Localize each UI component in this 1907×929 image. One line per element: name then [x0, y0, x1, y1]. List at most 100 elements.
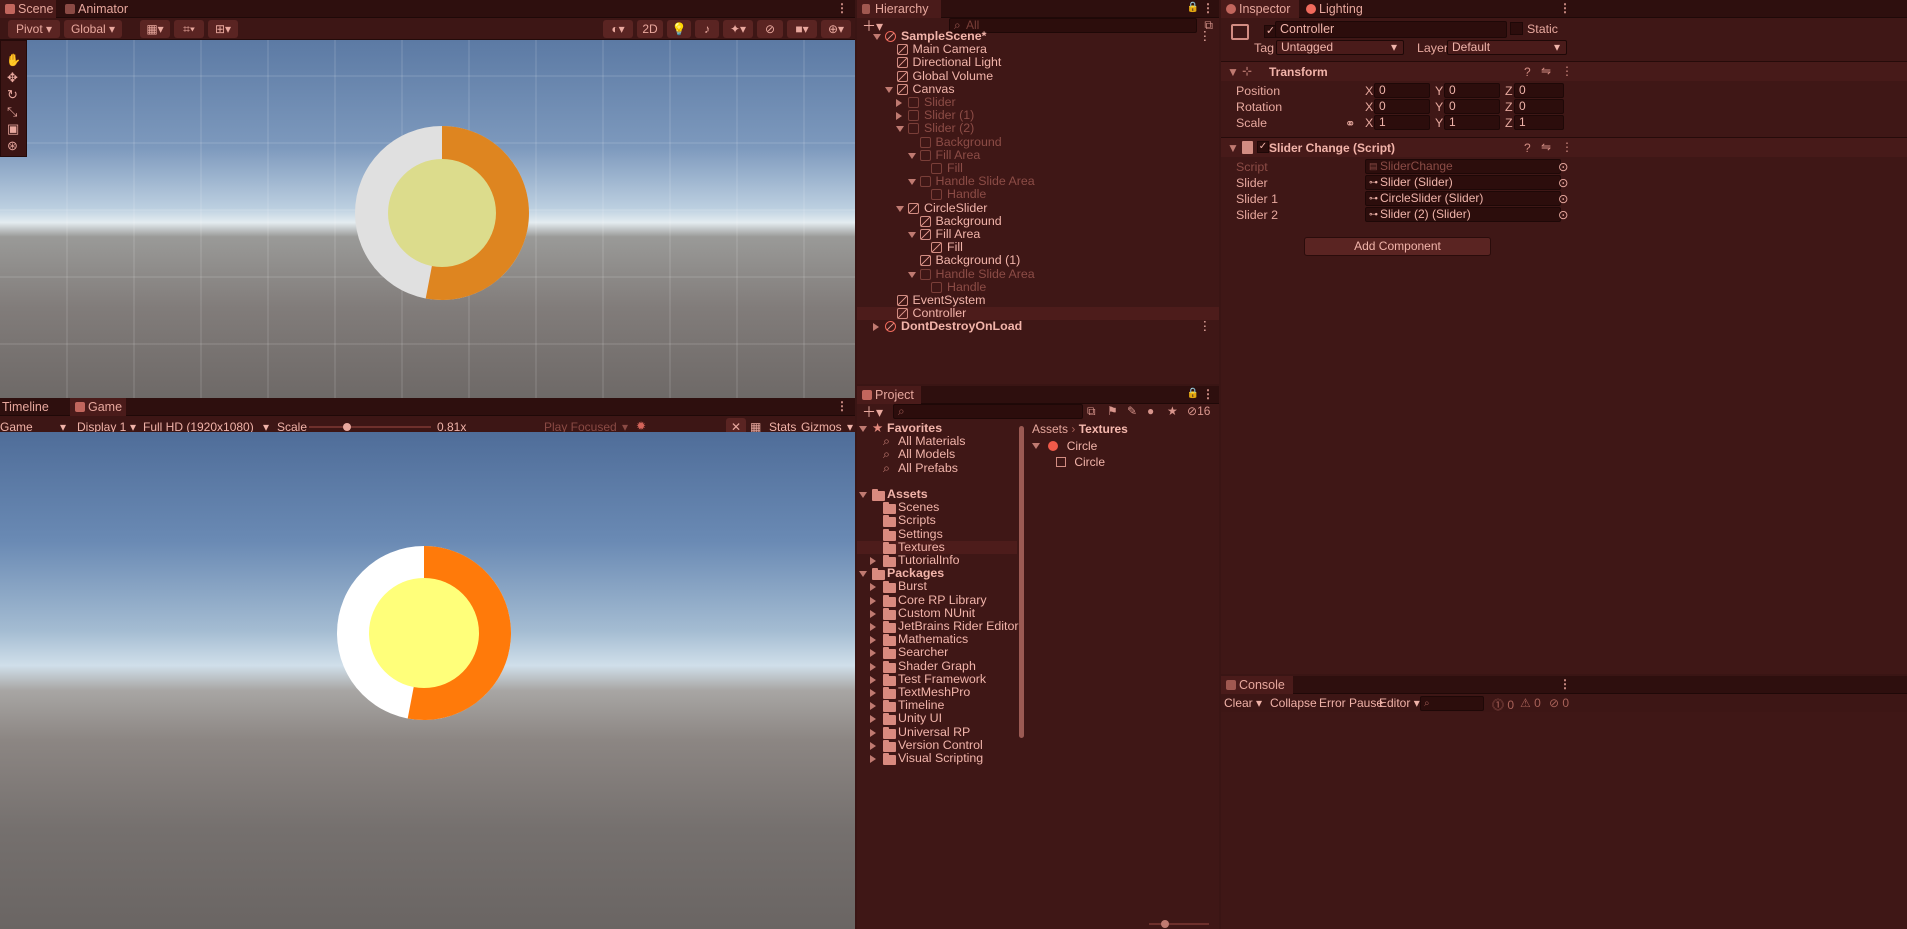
project-tree-scrollbar[interactable]: [1019, 426, 1024, 738]
object-picker-icon[interactable]: ⊙: [1558, 207, 1568, 222]
collapse-arrow-icon[interactable]: [859, 492, 867, 498]
scene-menu-icon[interactable]: ⋮: [1199, 320, 1211, 333]
asset-circle-texture[interactable]: Circle: [1032, 439, 1097, 453]
static-checkbox[interactable]: [1510, 22, 1523, 35]
package-folder[interactable]: Version Control: [857, 738, 1017, 752]
component-menu-icon[interactable]: ⋮: [1561, 140, 1573, 154]
collapse-arrow-icon[interactable]: [896, 126, 904, 133]
hierarchy-item[interactable]: SampleScene* ⋮: [857, 30, 1219, 43]
collapse-arrow-icon[interactable]: [873, 34, 881, 40]
collapse-arrow-icon[interactable]: [907, 152, 916, 159]
transform-z-field[interactable]: 0: [1514, 83, 1564, 98]
collapse-arrow-icon[interactable]: [907, 179, 916, 186]
hierarchy-item[interactable]: Fill: [857, 162, 1219, 175]
project-create-icon[interactable]: ＋▾: [862, 402, 883, 422]
grid-snap-button[interactable]: ▦▾: [140, 20, 170, 38]
error-count[interactable]: ⊘ 0: [1549, 696, 1569, 710]
asset-folder[interactable]: Settings: [857, 527, 1017, 541]
package-folder[interactable]: Shader Graph: [857, 659, 1017, 673]
hierarchy-item[interactable]: Handle Slide Area: [857, 267, 1219, 281]
package-folder[interactable]: JetBrains Rider Editor: [857, 620, 1019, 633]
favorite-item[interactable]: ⌕ All Prefabs: [857, 461, 1017, 475]
expand-arrow-icon[interactable]: [870, 675, 876, 684]
console-search-input[interactable]: ⌕: [1420, 696, 1484, 711]
hierarchy-item[interactable]: DontDestroyOnLoad ⋮: [857, 320, 1219, 333]
object-reference-field[interactable]: ⊶ CircleSlider (Slider): [1365, 191, 1561, 206]
error-filter-icon[interactable]: ●: [1147, 404, 1154, 418]
component-menu-icon[interactable]: ⋮: [1561, 64, 1573, 78]
assets-folder[interactable]: Assets: [857, 488, 1017, 501]
asset-folder[interactable]: Scripts: [857, 514, 1017, 528]
packages-folder[interactable]: Packages: [857, 567, 1017, 581]
hierarchy-item[interactable]: EventSystem: [857, 294, 1219, 307]
favorites-section[interactable]: ★ Favorites: [857, 422, 1017, 435]
collapse-arrow-icon[interactable]: [859, 571, 867, 578]
package-folder[interactable]: Visual Scripting: [857, 752, 1017, 765]
hierarchy-item[interactable]: Slider: [857, 96, 1219, 109]
package-folder[interactable]: TextMeshPro: [857, 686, 1017, 699]
game-circle-slider[interactable]: [334, 543, 514, 723]
expand-arrow-icon[interactable]: [870, 649, 876, 658]
favorite-item[interactable]: ⌕ All Models: [857, 448, 1017, 461]
inspector-menu-icon[interactable]: ⋮: [1559, 1, 1571, 15]
hierarchy-item[interactable]: Slider (1): [857, 109, 1219, 122]
transform-y-field[interactable]: 0: [1444, 83, 1500, 98]
hierarchy-item[interactable]: Fill: [857, 241, 1219, 254]
collapse-arrow-icon[interactable]: [907, 232, 916, 238]
favorite-item[interactable]: ⌕ All Materials: [857, 435, 1017, 448]
package-folder[interactable]: Timeline: [857, 699, 1017, 713]
hand-tool-icon[interactable]: ✋: [6, 53, 21, 67]
hierarchy-item[interactable]: Handle: [857, 188, 1219, 201]
hidden-packages-icon[interactable]: ⊘16: [1187, 404, 1210, 418]
object-reference-field[interactable]: ⊶ Slider (Slider): [1365, 175, 1561, 190]
lock-icon[interactable]: 🔒: [1187, 2, 1199, 13]
expand-arrow-icon[interactable]: [870, 662, 876, 671]
transform-y-field[interactable]: 0: [1444, 99, 1500, 114]
hierarchy-item[interactable]: Directional Light: [857, 56, 1219, 69]
expand-arrow-icon[interactable]: [870, 636, 876, 645]
hierarchy-menu-icon[interactable]: ⋮: [1202, 1, 1214, 15]
tab-scene[interactable]: Scene: [0, 0, 56, 18]
scale-tool-icon[interactable]: ⤡: [7, 104, 17, 120]
move-tool-icon[interactable]: ✥: [7, 70, 18, 86]
expand-arrow-icon[interactable]: [870, 557, 876, 565]
toggle-2d-button[interactable]: 2D: [637, 20, 663, 38]
game-panel-menu-icon[interactable]: ⋮: [836, 399, 848, 413]
transform-tool-icon[interactable]: ⊛: [7, 138, 18, 154]
project-search-input[interactable]: ⌕: [893, 404, 1083, 419]
collapse-arrow-icon[interactable]: [859, 426, 867, 432]
package-folder[interactable]: Mathematics: [857, 633, 1017, 647]
expand-arrow-icon[interactable]: [896, 99, 902, 107]
clear-button[interactable]: Clear ▾: [1224, 696, 1262, 710]
hierarchy-item[interactable]: Fill Area: [857, 148, 1219, 162]
expand-arrow-icon[interactable]: [870, 596, 876, 605]
effects-dropdown-icon[interactable]: ✦▾: [723, 20, 753, 38]
object-picker-icon[interactable]: ⊙: [1558, 159, 1568, 174]
package-folder[interactable]: Searcher: [857, 646, 1017, 660]
scene-circle-slider[interactable]: [352, 123, 532, 303]
favorite-star-icon[interactable]: ★: [1167, 404, 1178, 418]
expand-arrow-icon[interactable]: [870, 689, 876, 697]
expand-arrow-icon[interactable]: [870, 715, 876, 724]
scene-menu-icon[interactable]: ⋮: [1199, 30, 1211, 43]
expand-arrow-icon[interactable]: [873, 323, 879, 332]
collapse-arrow-icon[interactable]: [896, 205, 904, 212]
expand-arrow-icon[interactable]: [1032, 443, 1040, 449]
global-dropdown[interactable]: Global ▾: [64, 20, 122, 38]
object-picker-icon[interactable]: ⊙: [1558, 191, 1568, 206]
scale-slider-knob[interactable]: [343, 423, 352, 431]
transform-x-field[interactable]: 0: [1374, 83, 1430, 98]
expand-arrow-icon[interactable]: [870, 623, 876, 631]
pivot-dropdown[interactable]: Pivot ▾: [8, 20, 60, 38]
thumbnail-size-knob[interactable]: [1161, 920, 1169, 928]
editor-dropdown[interactable]: Editor ▾: [1379, 696, 1420, 710]
shading-mode-button[interactable]: ◐▾: [603, 20, 633, 38]
rotate-tool-icon[interactable]: ↻: [7, 87, 18, 103]
project-lock-icon[interactable]: 🔒: [1187, 388, 1199, 399]
hierarchy-item[interactable]: Main Camera: [857, 43, 1219, 56]
hierarchy-item[interactable]: Background (1): [857, 254, 1219, 267]
tag-icon[interactable]: ✎: [1127, 404, 1137, 418]
add-component-button[interactable]: Add Component: [1304, 237, 1491, 256]
gizmos-dropdown-icon[interactable]: ⊕▾: [821, 20, 851, 38]
hierarchy-item[interactable]: Controller: [857, 307, 1219, 321]
